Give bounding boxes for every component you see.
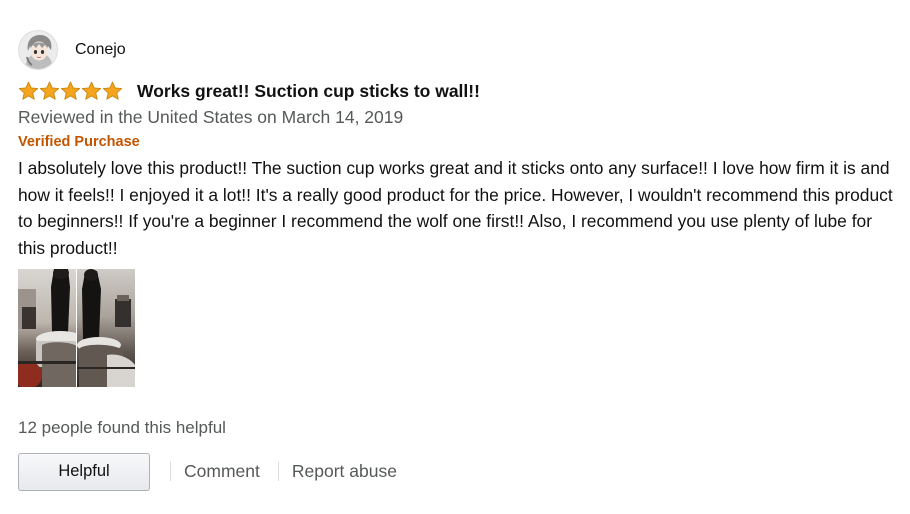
report-abuse-link[interactable]: Report abuse (292, 461, 397, 482)
star-icon (39, 81, 60, 100)
review-title-row: Works great!! Suction cup sticks to wall… (18, 79, 898, 103)
anime-avatar-icon[interactable] (18, 30, 58, 70)
star-icon (18, 81, 39, 100)
review-actions: Helpful Comment Report abuse (18, 452, 898, 491)
reviewer-profile[interactable]: Conejo (18, 28, 898, 72)
review-image-thumbnail[interactable] (18, 269, 76, 387)
review-title[interactable]: Works great!! Suction cup sticks to wall… (137, 81, 480, 102)
review-image-thumbnail[interactable] (77, 269, 135, 387)
action-divider (170, 462, 171, 481)
action-divider (277, 462, 279, 481)
star-rating[interactable] (18, 81, 125, 101)
star-icon (60, 81, 81, 100)
review-body: I absolutely love this product!! The suc… (18, 158, 893, 258)
review-date: Reviewed in the United States on March 1… (18, 107, 404, 127)
star-icon (102, 81, 123, 100)
helpful-button[interactable]: Helpful (18, 452, 150, 491)
review-images (18, 269, 898, 387)
helpful-count: 12 people found this helpful (18, 418, 226, 437)
review-card: Conejo Works great!! Suction cup sticks … (18, 28, 898, 491)
verified-purchase-badge[interactable]: Verified Purchase (18, 133, 898, 151)
reviewer-name[interactable]: Conejo (75, 41, 126, 59)
star-icon (81, 81, 102, 100)
comment-link[interactable]: Comment (184, 461, 260, 482)
